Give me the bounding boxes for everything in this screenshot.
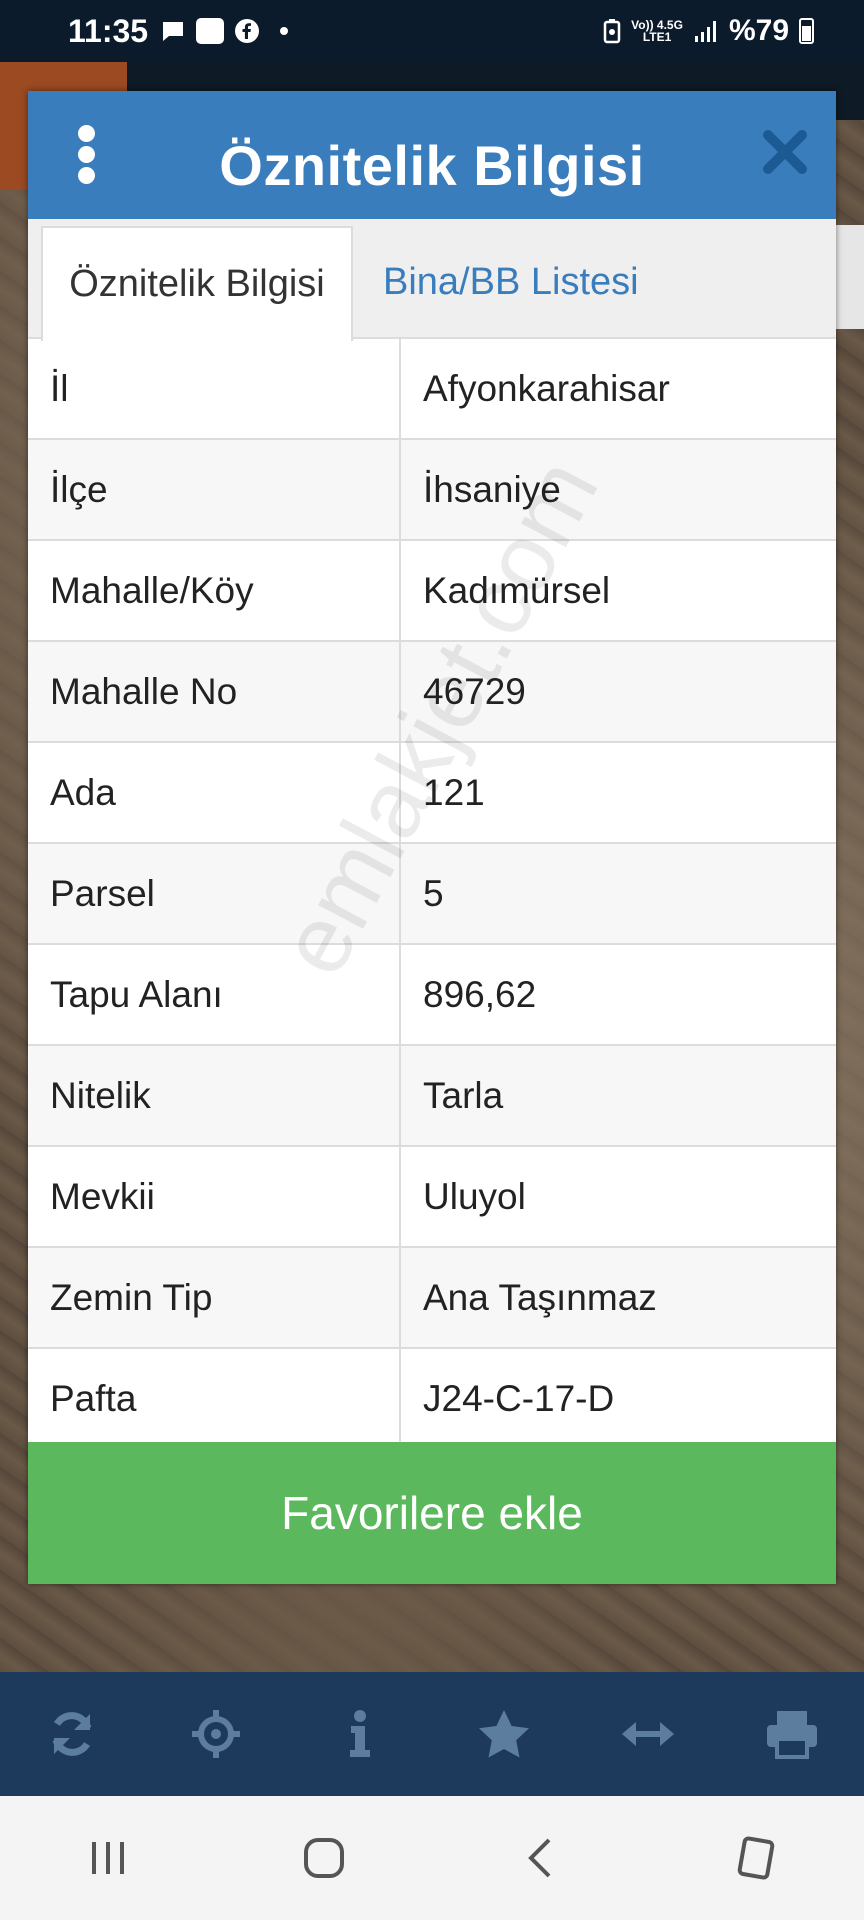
attribute-value: 896,62 (400, 944, 836, 1046)
attribute-row: İl Afyonkarahisar (28, 339, 836, 440)
tab-attribute-info[interactable]: Öznitelik Bilgisi (41, 226, 353, 341)
attribute-row: Ada 121 (28, 742, 836, 844)
refresh-icon[interactable] (40, 1702, 104, 1766)
attribute-value: 46729 (400, 641, 836, 743)
network-type: Vo)) 4.5G LTE1 (631, 18, 683, 44)
attribute-value: 5 (400, 843, 836, 945)
attribute-row: Tapu Alanı 896,62 (28, 944, 836, 1046)
facebook-icon (235, 19, 260, 43)
attribute-value: Ana Taşınmaz (400, 1247, 836, 1349)
measure-icon[interactable] (616, 1702, 680, 1766)
battery-icon (799, 18, 814, 44)
system-icons: Vo)) 4.5G LTE1 %79 (603, 14, 814, 48)
system-nav-bar (0, 1796, 864, 1920)
data-saver-icon (603, 19, 621, 44)
attribute-key: Mahalle No (28, 641, 401, 743)
attribute-key: Mevkii (28, 1146, 401, 1248)
attribute-key: Nitelik (28, 1045, 401, 1147)
attribute-row: İlçe İhsaniye (28, 439, 836, 541)
back-icon[interactable] (505, 1823, 575, 1893)
recent-apps-icon[interactable] (73, 1823, 143, 1893)
attribute-key: Ada (28, 742, 401, 844)
status-bar: 11:35 Vo)) 4.5G LTE1 %79 (0, 0, 864, 62)
add-to-favorites-button[interactable]: Favorilere ekle (28, 1442, 836, 1584)
attribute-row: Nitelik Tarla (28, 1045, 836, 1147)
map-toolbar (0, 1672, 864, 1796)
attribute-key: İl (28, 339, 401, 440)
clock: 11:35 (68, 12, 149, 49)
attribute-table: İl Afyonkarahisar İlçe İhsaniye Mahalle/Köy K… (28, 339, 836, 1450)
attribute-value: 121 (400, 742, 836, 844)
attribute-key: İlçe (28, 439, 401, 541)
attribute-row: Parsel 5 (28, 843, 836, 945)
attribute-value: Afyonkarahisar (400, 339, 836, 440)
battery-percent: %79 (728, 14, 789, 47)
locate-icon[interactable] (184, 1702, 248, 1766)
attribute-key: Mahalle/Köy (28, 540, 401, 642)
print-icon[interactable] (760, 1702, 824, 1766)
signal-icon (694, 21, 716, 42)
dialog-title: Öznitelik Bilgisi (219, 134, 645, 197)
attribute-value: J24-C-17-D (400, 1348, 836, 1450)
attribute-key: Zemin Tip (28, 1247, 401, 1349)
info-icon[interactable] (328, 1702, 392, 1766)
attribute-value: Kadımürsel (400, 540, 836, 642)
attribute-info-dialog: Öznitelik Bilgisi Öznitelik Bilgisi Bina… (28, 91, 836, 1584)
app-notification-icon (196, 18, 225, 44)
attribute-key: Tapu Alanı (28, 944, 401, 1046)
attribute-key: Parsel (28, 843, 401, 945)
attribute-row: Zemin Tip Ana Taşınmaz (28, 1247, 836, 1349)
home-icon[interactable] (289, 1823, 359, 1893)
attribute-row: Pafta J24-C-17-D (28, 1348, 836, 1450)
rotate-screen-icon[interactable] (721, 1823, 791, 1893)
attribute-value: Tarla (400, 1045, 836, 1147)
attribute-value: İhsaniye (400, 439, 836, 541)
attribute-row: Mevkii Uluyol (28, 1146, 836, 1248)
attribute-value: Uluyol (400, 1146, 836, 1248)
notification-icons (160, 18, 289, 44)
attribute-row: Mahalle No 46729 (28, 641, 836, 743)
map-side-panel-edge (836, 225, 864, 329)
attribute-key: Pafta (28, 1348, 401, 1450)
tab-building-list[interactable]: Bina/BB Listesi (383, 226, 703, 338)
message-icon (163, 22, 184, 41)
dialog-header: Öznitelik Bilgisi (28, 91, 836, 219)
star-icon[interactable] (472, 1702, 536, 1766)
close-icon[interactable] (762, 129, 808, 175)
more-notifications-dot (280, 27, 289, 35)
attribute-row: Mahalle/Köy Kadımürsel (28, 540, 836, 642)
